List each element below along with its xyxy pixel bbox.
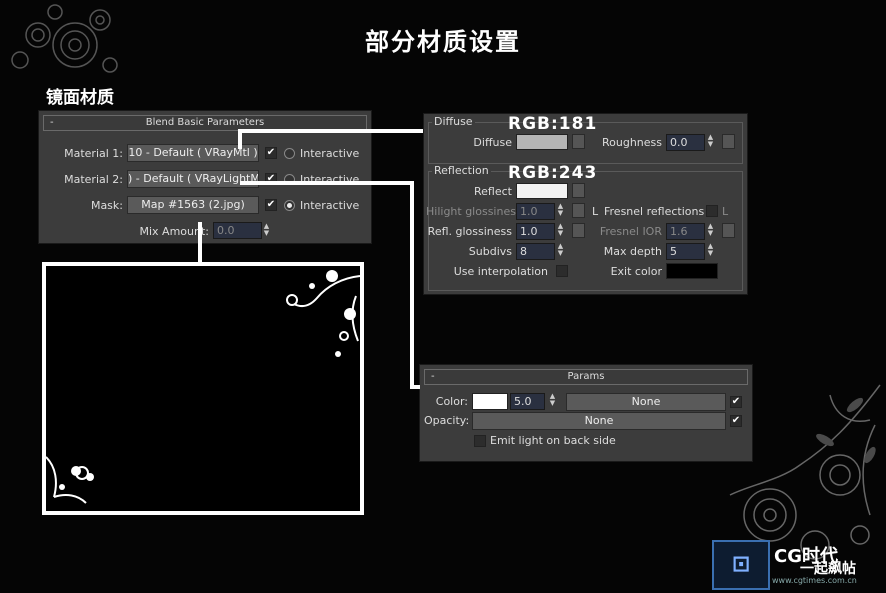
roughness-label: Roughness <box>601 136 662 149</box>
mix-amount-spinner[interactable]: ▲ ▼ <box>262 223 271 238</box>
hilight-lock-label[interactable]: L <box>592 205 598 218</box>
opacity-map-button[interactable]: None <box>472 412 726 430</box>
reflect-map-button[interactable] <box>572 183 585 198</box>
subdivs-input[interactable]: 8 <box>516 243 555 260</box>
material2-label: Material 2: <box>64 173 123 186</box>
diffuse-group-label: Diffuse <box>432 115 475 128</box>
color-map-checkbox[interactable]: ✔ <box>730 396 742 408</box>
mask-label: Mask: <box>90 199 123 212</box>
corner-flourish-top-right <box>286 270 360 357</box>
roughness-input[interactable]: 0.0 <box>666 134 705 151</box>
mask-map-preview <box>42 262 364 515</box>
corner-flourish-bottom-left <box>46 456 94 504</box>
blend-rollout-title: Blend Basic Parameters <box>145 117 265 128</box>
subdivs-spinner[interactable]: ▲ ▼ <box>556 243 565 258</box>
material1-label: Material 1: <box>64 147 123 160</box>
params-rollout-header[interactable]: - Params <box>424 369 748 385</box>
mask-checkbox[interactable]: ✔ <box>265 199 277 211</box>
material1-interactive-radio[interactable] <box>284 148 295 159</box>
color-map-button[interactable]: None <box>566 393 726 411</box>
reflection-group-label: Reflection <box>432 164 491 177</box>
logo-url: www.cgtimes.com.cn <box>772 576 857 585</box>
fresnel-ior-input[interactable]: 1.6 <box>666 223 705 240</box>
connector-line <box>198 222 202 266</box>
fresnel-ior-label: Fresnel IOR <box>599 225 662 238</box>
fresnel-lock-label[interactable]: L <box>722 205 728 218</box>
connector-line <box>410 385 420 389</box>
light-color-swatch[interactable] <box>472 393 508 410</box>
material2-button[interactable]: ) - Default ( VRayLightMtl ) <box>127 170 259 188</box>
roughness-spinner[interactable]: ▲ ▼ <box>706 134 715 149</box>
exit-color-swatch[interactable] <box>666 263 718 279</box>
connector-line <box>240 181 412 185</box>
emit-back-side-label: Emit light on back side <box>490 434 616 447</box>
max-depth-input[interactable]: 5 <box>666 243 705 260</box>
mask-interactive-label: Interactive <box>300 199 360 212</box>
light-params-panel: - Params Color: 5.0 ▲ ▼ None ✔ Opacity: N… <box>419 364 753 462</box>
hilight-map-button[interactable] <box>572 203 585 218</box>
hilight-glossiness-label: Hilight glossiness <box>426 205 522 218</box>
diffuse-label: Diffuse <box>473 136 512 149</box>
material1-checkbox[interactable]: ✔ <box>265 147 277 159</box>
connector-line <box>410 181 414 388</box>
params-rollout-title: Params <box>567 371 605 382</box>
fresnel-ior-spinner[interactable]: ▲ ▼ <box>706 223 715 238</box>
use-interpolation-label: Use interpolation <box>453 265 548 278</box>
fresnel-ior-map-button[interactable] <box>722 223 735 238</box>
material1-interactive-label: Interactive <box>300 147 360 160</box>
logo-slogan: 一起飙帖 <box>800 561 856 577</box>
reflect-color-swatch[interactable] <box>516 183 568 199</box>
reflect-label: Reflect <box>474 185 512 198</box>
exit-color-label: Exit color <box>610 265 662 278</box>
opacity-label: Opacity: <box>424 414 470 427</box>
mix-amount-input[interactable]: 0.0 <box>213 222 262 239</box>
fresnel-reflections-checkbox[interactable] <box>706 205 718 217</box>
diffuse-rgb-annotation: RGB:181 <box>508 114 598 134</box>
reflect-rgb-annotation: RGB:243 <box>508 163 598 183</box>
color-multiplier-spinner[interactable]: ▲ ▼ <box>548 393 557 408</box>
fresnel-reflections-label: Fresnel reflections <box>604 205 705 218</box>
mask-interactive-radio[interactable] <box>284 200 295 211</box>
color-multiplier-input[interactable]: 5.0 <box>510 393 545 410</box>
connector-line <box>238 129 242 149</box>
mix-amount-label: Mix Amount: <box>139 225 210 238</box>
connector-line <box>240 129 423 133</box>
hilight-glossiness-input[interactable]: 1.0 <box>516 203 555 220</box>
roughness-map-button[interactable] <box>722 134 735 149</box>
logo-mark-icon: ⊡ <box>712 540 770 590</box>
hilight-glossiness-spinner[interactable]: ▲ ▼ <box>556 203 565 218</box>
subdivs-label: Subdivs <box>468 245 512 258</box>
emit-back-side-checkbox[interactable] <box>474 435 486 447</box>
max-depth-spinner[interactable]: ▲ ▼ <box>706 243 715 258</box>
refl-glossiness-map-button[interactable] <box>572 223 585 238</box>
diffuse-color-swatch[interactable] <box>516 134 568 150</box>
max-depth-label: Max depth <box>603 245 662 258</box>
vray-material-panel: Diffuse Diffuse Roughness 0.0 ▲ ▼ Reflect… <box>423 113 748 295</box>
use-interpolation-checkbox[interactable] <box>556 265 568 277</box>
section-title: 镜面材质 <box>46 88 114 108</box>
color-label: Color: <box>435 395 468 408</box>
opacity-map-checkbox[interactable]: ✔ <box>730 415 742 427</box>
mask-button[interactable]: Map #1563 (2.jpg) <box>127 196 259 214</box>
page-title: 部分材质设置 <box>365 28 521 56</box>
cg-times-logo: ⊡ CG时代 一起飙帖 www.cgtimes.com.cn <box>712 540 882 590</box>
refl-glossiness-spinner[interactable]: ▲ ▼ <box>556 223 565 238</box>
refl-glossiness-input[interactable]: 1.0 <box>516 223 555 240</box>
refl-glossiness-label: Refl. glossiness <box>427 225 512 238</box>
diffuse-map-button[interactable] <box>572 134 585 149</box>
